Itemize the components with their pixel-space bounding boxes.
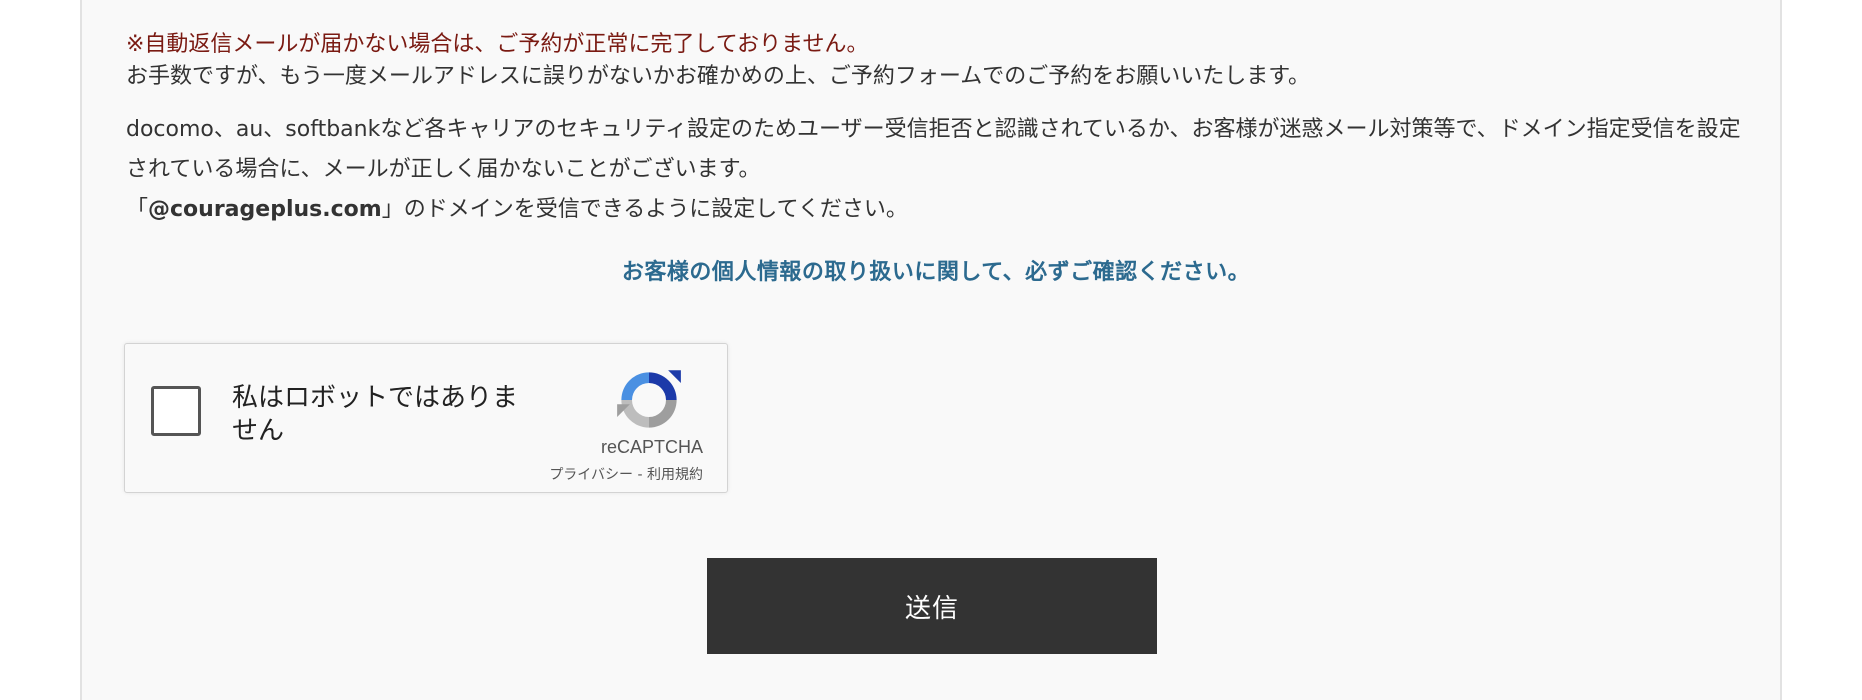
carrier-note-text: docomo、au、softbankなど各キャリアのセキュリティ設定のためユーザ… xyxy=(126,117,1741,182)
recaptcha-links: プライバシー - 利用規約 xyxy=(549,464,703,484)
recaptcha-checkbox[interactable] xyxy=(151,386,201,436)
domain-text: @courageplus.com xyxy=(148,197,382,222)
recaptcha-logo-icon xyxy=(617,370,681,428)
recaptcha-brand: reCAPTCHA xyxy=(600,437,703,457)
recaptcha-label: 私はロボットではありません xyxy=(232,383,519,446)
recaptcha-privacy-link[interactable]: プライバシー xyxy=(549,467,633,483)
recaptcha-terms-link[interactable]: 利用規約 xyxy=(647,467,703,483)
recaptcha-widget: 私はロボットではありません reCAPTCHA プライバシー - 利用規約 xyxy=(124,343,728,493)
domain-prefix: 「 xyxy=(126,197,149,222)
domain-suffix: 」のドメインを受信できるように設定してください。 xyxy=(381,197,908,222)
submit-button[interactable]: 送信 xyxy=(707,558,1157,654)
domain-note: 「@courageplus.com」のドメインを受信できるように設定してください… xyxy=(126,190,1746,230)
privacy-policy-link[interactable]: お客様の個人情報の取り扱いに関して、必ずご確認ください。 xyxy=(126,254,1746,286)
recaptcha-separator: - xyxy=(633,467,647,483)
instruction-text: お手数ですが、もう一度メールアドレスに誤りがないかお確かめの上、ご予約フォームで… xyxy=(126,64,1311,89)
warning-text: ※自動返信メールが届かない場合は、ご予約が正常に完了しておりません。 xyxy=(126,32,869,57)
form-notes: ※自動返信メールが届かない場合は、ご予約が正常に完了しておりません。 お手数です… xyxy=(126,30,1746,286)
